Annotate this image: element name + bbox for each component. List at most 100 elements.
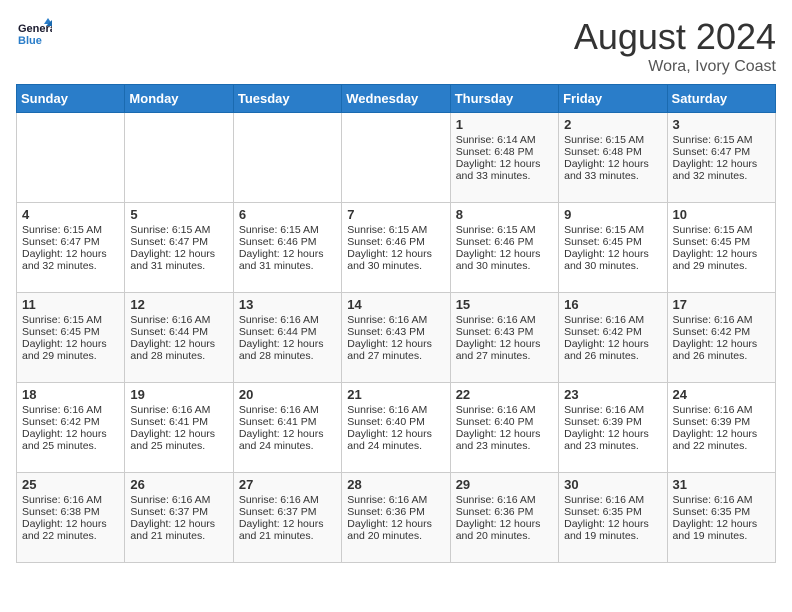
day-info-line: and 29 minutes. <box>673 260 770 272</box>
calendar-cell <box>342 113 450 203</box>
day-info-line: and 27 minutes. <box>347 350 444 362</box>
day-info-line: Sunrise: 6:15 AM <box>456 224 553 236</box>
day-number: 17 <box>673 297 770 312</box>
calendar-cell: 9Sunrise: 6:15 AMSunset: 6:45 PMDaylight… <box>559 203 667 293</box>
day-info-line: and 30 minutes. <box>347 260 444 272</box>
day-number: 3 <box>673 117 770 132</box>
day-info-line: Sunrise: 6:16 AM <box>673 404 770 416</box>
day-info-line: and 20 minutes. <box>456 530 553 542</box>
day-info-line: Daylight: 12 hours <box>564 248 661 260</box>
day-info-line: Daylight: 12 hours <box>22 518 119 530</box>
day-info-line: Sunrise: 6:16 AM <box>673 494 770 506</box>
day-number: 21 <box>347 387 444 402</box>
day-info-line: Sunrise: 6:16 AM <box>564 404 661 416</box>
day-info-line: and 23 minutes. <box>564 440 661 452</box>
calendar-cell: 8Sunrise: 6:15 AMSunset: 6:46 PMDaylight… <box>450 203 558 293</box>
week-row-1: 1Sunrise: 6:14 AMSunset: 6:48 PMDaylight… <box>17 113 776 203</box>
day-number: 25 <box>22 477 119 492</box>
calendar-cell <box>125 113 233 203</box>
day-info-line: and 19 minutes. <box>673 530 770 542</box>
day-info-line: Sunrise: 6:15 AM <box>564 224 661 236</box>
day-info-line: Daylight: 12 hours <box>564 158 661 170</box>
day-number: 24 <box>673 387 770 402</box>
calendar-cell: 4Sunrise: 6:15 AMSunset: 6:47 PMDaylight… <box>17 203 125 293</box>
day-info-line: Sunset: 6:43 PM <box>347 326 444 338</box>
calendar-cell: 1Sunrise: 6:14 AMSunset: 6:48 PMDaylight… <box>450 113 558 203</box>
day-info-line: Sunrise: 6:16 AM <box>347 314 444 326</box>
day-info-line: Sunrise: 6:16 AM <box>130 494 227 506</box>
day-number: 12 <box>130 297 227 312</box>
day-number: 7 <box>347 207 444 222</box>
day-number: 4 <box>22 207 119 222</box>
calendar-cell: 21Sunrise: 6:16 AMSunset: 6:40 PMDayligh… <box>342 383 450 473</box>
day-info-line: and 27 minutes. <box>456 350 553 362</box>
day-header-saturday: Saturday <box>667 85 775 113</box>
day-info-line: Sunset: 6:46 PM <box>239 236 336 248</box>
day-info-line: Sunrise: 6:15 AM <box>22 314 119 326</box>
day-info-line: Sunset: 6:43 PM <box>456 326 553 338</box>
day-info-line: Daylight: 12 hours <box>347 248 444 260</box>
calendar-cell: 26Sunrise: 6:16 AMSunset: 6:37 PMDayligh… <box>125 473 233 563</box>
day-info-line: and 25 minutes. <box>22 440 119 452</box>
day-info-line: and 30 minutes. <box>456 260 553 272</box>
calendar-cell: 31Sunrise: 6:16 AMSunset: 6:35 PMDayligh… <box>667 473 775 563</box>
day-number: 22 <box>456 387 553 402</box>
day-info-line: and 22 minutes. <box>673 440 770 452</box>
day-info-line: Sunrise: 6:16 AM <box>239 494 336 506</box>
day-info-line: Daylight: 12 hours <box>456 248 553 260</box>
day-info-line: and 32 minutes. <box>673 170 770 182</box>
day-info-line: Sunset: 6:45 PM <box>673 236 770 248</box>
day-info-line: Sunset: 6:48 PM <box>564 146 661 158</box>
svg-text:Blue: Blue <box>18 35 42 47</box>
calendar-cell: 18Sunrise: 6:16 AMSunset: 6:42 PMDayligh… <box>17 383 125 473</box>
calendar-cell: 14Sunrise: 6:16 AMSunset: 6:43 PMDayligh… <box>342 293 450 383</box>
calendar-cell: 20Sunrise: 6:16 AMSunset: 6:41 PMDayligh… <box>233 383 341 473</box>
day-info-line: Sunset: 6:42 PM <box>22 416 119 428</box>
day-number: 1 <box>456 117 553 132</box>
day-info-line: and 24 minutes. <box>239 440 336 452</box>
day-info-line: Daylight: 12 hours <box>456 158 553 170</box>
day-header-thursday: Thursday <box>450 85 558 113</box>
week-row-4: 18Sunrise: 6:16 AMSunset: 6:42 PMDayligh… <box>17 383 776 473</box>
day-info-line: Sunset: 6:37 PM <box>239 506 336 518</box>
day-info-line: Daylight: 12 hours <box>673 158 770 170</box>
day-info-line: and 31 minutes. <box>239 260 336 272</box>
calendar-cell: 15Sunrise: 6:16 AMSunset: 6:43 PMDayligh… <box>450 293 558 383</box>
day-info-line: Daylight: 12 hours <box>130 248 227 260</box>
day-info-line: Sunrise: 6:16 AM <box>130 314 227 326</box>
day-info-line: Sunset: 6:40 PM <box>456 416 553 428</box>
day-info-line: Sunrise: 6:16 AM <box>347 404 444 416</box>
day-info-line: and 28 minutes. <box>130 350 227 362</box>
day-info-line: Sunset: 6:47 PM <box>22 236 119 248</box>
day-info-line: Sunset: 6:41 PM <box>130 416 227 428</box>
calendar-cell <box>233 113 341 203</box>
day-info-line: and 23 minutes. <box>456 440 553 452</box>
calendar-cell: 29Sunrise: 6:16 AMSunset: 6:36 PMDayligh… <box>450 473 558 563</box>
calendar-cell: 25Sunrise: 6:16 AMSunset: 6:38 PMDayligh… <box>17 473 125 563</box>
day-info-line: Daylight: 12 hours <box>564 518 661 530</box>
page-title: August 2024 <box>574 16 776 58</box>
calendar-cell: 22Sunrise: 6:16 AMSunset: 6:40 PMDayligh… <box>450 383 558 473</box>
day-number: 8 <box>456 207 553 222</box>
day-info-line: Sunrise: 6:16 AM <box>564 494 661 506</box>
day-info-line: Sunset: 6:39 PM <box>673 416 770 428</box>
day-header-wednesday: Wednesday <box>342 85 450 113</box>
day-info-line: Sunset: 6:37 PM <box>130 506 227 518</box>
day-number: 2 <box>564 117 661 132</box>
day-info-line: Sunrise: 6:15 AM <box>673 134 770 146</box>
day-info-line: Sunset: 6:46 PM <box>347 236 444 248</box>
day-header-sunday: Sunday <box>17 85 125 113</box>
calendar-cell: 3Sunrise: 6:15 AMSunset: 6:47 PMDaylight… <box>667 113 775 203</box>
week-row-5: 25Sunrise: 6:16 AMSunset: 6:38 PMDayligh… <box>17 473 776 563</box>
day-info-line: and 19 minutes. <box>564 530 661 542</box>
day-info-line: Daylight: 12 hours <box>130 428 227 440</box>
calendar-cell: 16Sunrise: 6:16 AMSunset: 6:42 PMDayligh… <box>559 293 667 383</box>
calendar-cell: 5Sunrise: 6:15 AMSunset: 6:47 PMDaylight… <box>125 203 233 293</box>
day-number: 23 <box>564 387 661 402</box>
day-number: 16 <box>564 297 661 312</box>
day-info-line: Daylight: 12 hours <box>347 428 444 440</box>
day-number: 19 <box>130 387 227 402</box>
logo: General Blue <box>16 16 52 52</box>
day-info-line: Daylight: 12 hours <box>456 428 553 440</box>
day-info-line: Sunrise: 6:16 AM <box>239 314 336 326</box>
